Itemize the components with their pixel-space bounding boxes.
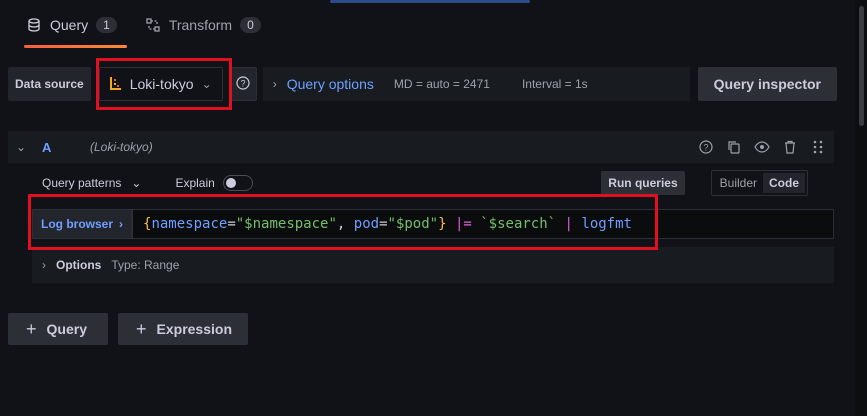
eye-icon[interactable]: [754, 139, 770, 155]
explain-switch[interactable]: [222, 175, 253, 191]
chevron-right-icon: ›: [119, 217, 124, 231]
add-query-button[interactable]: + Query: [8, 313, 108, 345]
query-ref-id[interactable]: A: [42, 140, 90, 155]
query-options-row[interactable]: › Options Type: Range: [32, 247, 834, 283]
options-label: Options: [56, 258, 102, 272]
mode-builder[interactable]: Builder: [714, 173, 763, 193]
query-inspector-button[interactable]: Query inspector: [697, 67, 837, 101]
query-datasource-name: (Loki-tokyo): [90, 140, 153, 154]
scrollbar-thumb[interactable]: [859, 6, 864, 126]
database-icon: [26, 17, 42, 33]
datasource-label: Data source: [8, 67, 91, 101]
help-icon[interactable]: ?: [698, 139, 714, 155]
code-token: "$pod": [387, 216, 439, 232]
query-row-header: ⌄ A (Loki-tokyo) ?: [8, 131, 834, 163]
vertical-scrollbar[interactable]: [855, 0, 867, 416]
tab-transform[interactable]: Transform 0: [135, 0, 271, 50]
code-token: "$namespace": [235, 216, 337, 232]
code-token: }: [438, 216, 447, 232]
options-type: Type: Range: [111, 258, 180, 272]
add-query-label: Query: [46, 321, 87, 337]
tab-query-count: 1: [96, 17, 117, 33]
code-token: {: [143, 216, 152, 232]
collapse-chevron-icon[interactable]: ⌄: [16, 140, 42, 154]
query-options-bar[interactable]: › Query options MD = auto = 2471 Interva…: [262, 67, 690, 101]
code-token: =: [227, 216, 236, 232]
code-token: |=: [446, 216, 481, 232]
query-patterns-dropdown[interactable]: Query patterns ⌄: [42, 176, 141, 190]
add-expression-label: Expression: [156, 321, 232, 337]
query-options-md: MD = auto = 2471: [393, 77, 490, 91]
chevron-right-icon: ›: [272, 77, 277, 91]
datasource-name: Loki-tokyo: [129, 76, 194, 92]
query-code-input[interactable]: {namespace = "$namespace", pod = "$pod"} |= …: [132, 209, 834, 239]
datasource-row: Data source Loki-tokyo ⌄ ? › Query optio…: [8, 67, 837, 101]
mode-code[interactable]: Code: [763, 173, 805, 193]
add-row: + Query + Expression: [8, 313, 248, 345]
run-queries-button[interactable]: Run queries: [601, 171, 685, 195]
chevron-right-icon: ›: [42, 258, 46, 272]
code-token: ,: [336, 216, 354, 232]
log-browser-label: Log browser: [41, 217, 114, 231]
tab-transform-label: Transform: [168, 17, 233, 33]
duplicate-icon[interactable]: [726, 139, 742, 155]
loki-logo-icon: [109, 77, 122, 91]
chevron-down-icon: ⌄: [131, 176, 142, 190]
code-token: logfmt: [581, 216, 632, 232]
chevron-down-icon: ⌄: [201, 77, 212, 91]
code-token: `$search`: [480, 216, 557, 232]
tab-query[interactable]: Query 1: [16, 0, 127, 50]
help-circle-icon: ?: [236, 75, 250, 93]
datasource-picker[interactable]: Loki-tokyo ⌄: [98, 67, 223, 101]
query-toolbar: Query patterns ⌄ Explain Run queries Bui…: [8, 163, 834, 203]
query-editor-row: Log browser › {namespace = "$namespace", p…: [32, 209, 834, 239]
add-expression-button[interactable]: + Expression: [118, 313, 248, 345]
plus-icon: +: [136, 318, 147, 339]
svg-text:?: ?: [703, 143, 708, 153]
transform-icon: [145, 17, 161, 33]
code-token: |: [556, 216, 582, 232]
code-token: pod: [353, 216, 380, 232]
explain-toggle-group: Explain: [175, 175, 253, 191]
query-options-title: Query options: [286, 76, 374, 92]
editor-tabs: Query 1 Transform 0: [0, 0, 855, 50]
explain-label: Explain: [175, 176, 215, 190]
log-browser-button[interactable]: Log browser ›: [32, 209, 133, 239]
tab-query-label: Query: [50, 17, 89, 33]
code-token: =: [379, 216, 388, 232]
query-row-panel: ⌄ A (Loki-tokyo) ? Query patterns ⌄ Expl…: [8, 131, 834, 283]
query-options-interval: Interval = 1s: [521, 77, 588, 91]
plus-icon: +: [26, 318, 37, 339]
drag-handle-icon[interactable]: [810, 139, 826, 155]
trash-icon[interactable]: [782, 139, 798, 155]
editor-mode-toggle: Builder Code: [710, 170, 808, 196]
query-row-actions: ?: [698, 139, 826, 155]
query-patterns-label: Query patterns: [42, 176, 122, 190]
svg-text:?: ?: [240, 78, 245, 88]
tab-transform-count: 0: [240, 17, 261, 33]
datasource-help-button[interactable]: ?: [228, 67, 257, 101]
code-token: namespace: [151, 216, 228, 232]
